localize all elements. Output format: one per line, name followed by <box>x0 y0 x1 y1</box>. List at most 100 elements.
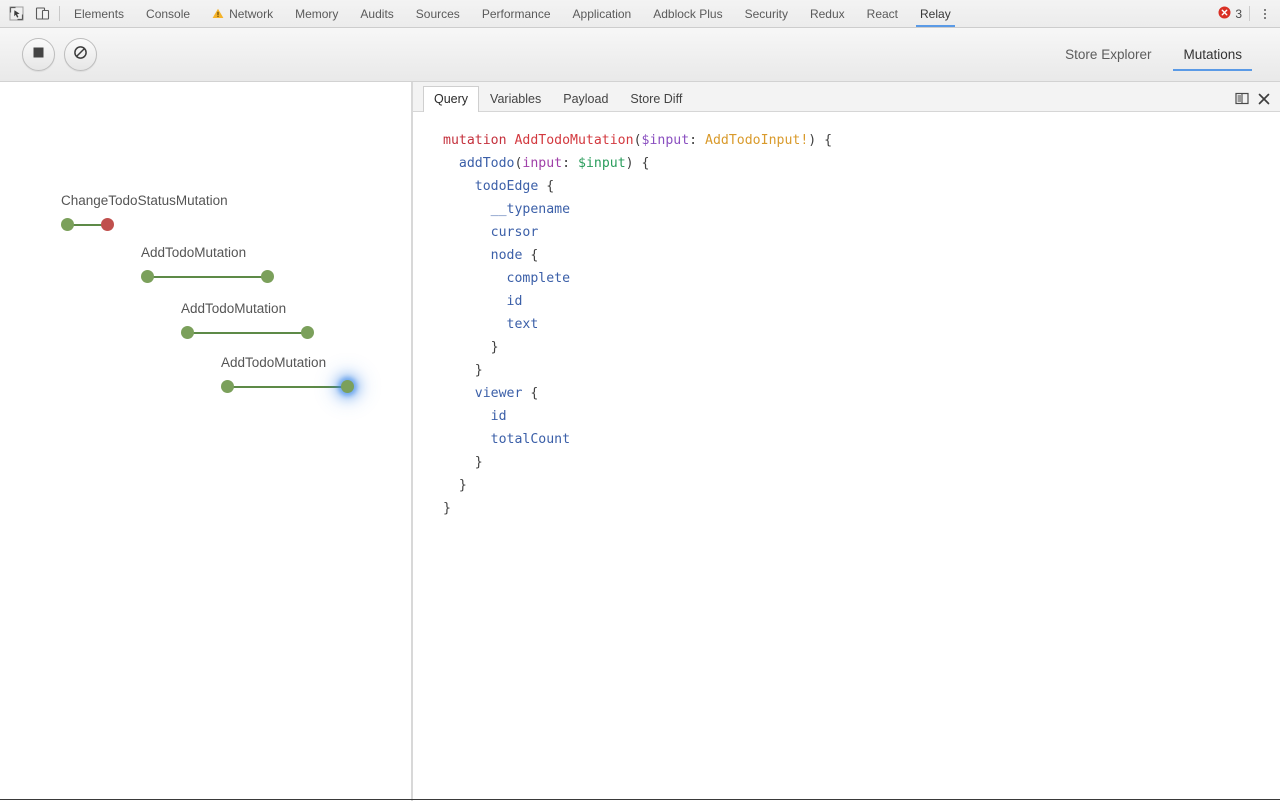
devtools-tab-label: Adblock Plus <box>653 7 722 21</box>
devtools-tab-label: Audits <box>360 7 393 21</box>
code-token-punct: { <box>522 248 538 263</box>
code-token-vargr: $input <box>578 156 626 171</box>
query-tab-payload[interactable]: Payload <box>552 86 619 112</box>
devtools-tab-audits[interactable]: Audits <box>349 0 404 27</box>
mutation-timeline-row[interactable]: ChangeTodoStatusMutation <box>0 194 411 240</box>
query-tab-bar: QueryVariablesPayloadStore Diff <box>413 82 1280 112</box>
code-token-punct <box>443 432 491 447</box>
main-split: ChangeTodoStatusMutation AddTodoMutation A… <box>0 82 1280 801</box>
relay-panel-tabs: Store Explorer Mutations <box>1049 28 1280 81</box>
relay-tab-mutations[interactable]: Mutations <box>1167 28 1258 81</box>
code-token-punct <box>443 179 475 194</box>
split-pane-icon[interactable] <box>1235 92 1249 105</box>
code-token-punct: } <box>443 478 467 493</box>
code-token-field: text <box>507 317 539 332</box>
code-token-punct: } <box>443 455 483 470</box>
devtools-tab-console[interactable]: Console <box>135 0 201 27</box>
devtools-tab-bar: Elements ConsoleNetwork Memory Audits Source… <box>0 0 1280 28</box>
devtools-tab-adblock-plus[interactable]: Adblock Plus <box>642 0 733 27</box>
devtools-tab-elements[interactable]: Elements <box>63 0 135 27</box>
kebab-menu-icon[interactable] <box>1257 5 1273 23</box>
relay-tab-label: Mutations <box>1183 47 1242 62</box>
devtools-tab-label: Application <box>573 7 632 21</box>
mutation-start-dot[interactable] <box>61 218 74 231</box>
code-token-punct <box>443 409 491 424</box>
code-token-arg: input <box>522 156 562 171</box>
mutation-duration-bar[interactable] <box>61 218 114 232</box>
devtools-tab-label: Elements <box>74 7 124 21</box>
mutation-end-dot-selected[interactable] <box>341 380 354 393</box>
error-badge[interactable]: 3 <box>1218 6 1242 22</box>
mutation-end-dot[interactable] <box>301 326 314 339</box>
mutation-name-label: ChangeTodoStatusMutation <box>61 194 228 208</box>
code-token-opname: AddTodoMutation <box>514 133 633 148</box>
devtools-tab-sources[interactable]: Sources <box>405 0 471 27</box>
devtools-tab-memory[interactable]: Memory <box>284 0 349 27</box>
relay-tab-store-explorer[interactable]: Store Explorer <box>1049 28 1167 81</box>
devtools-tab-label: Redux <box>810 7 845 21</box>
mutation-start-dot[interactable] <box>181 326 194 339</box>
code-token-kw: mutation <box>443 133 514 148</box>
mutation-start-dot[interactable] <box>221 380 234 393</box>
error-circle-icon <box>1218 6 1231 22</box>
code-token-field: node <box>491 248 523 263</box>
devtools-tool-icons <box>0 0 57 27</box>
code-token-field: __typename <box>491 202 570 217</box>
code-token-field: id <box>507 294 523 309</box>
mutation-bar-line <box>186 332 309 334</box>
query-panel-icons <box>1235 92 1280 111</box>
mutation-start-dot[interactable] <box>141 270 154 283</box>
query-tab-variables[interactable]: Variables <box>479 86 552 112</box>
graphql-code-area: mutation AddTodoMutation($input: AddTodo… <box>413 112 1280 801</box>
mutation-name-label: AddTodoMutation <box>221 356 326 370</box>
query-tab-query[interactable]: Query <box>423 86 479 112</box>
devtools-tab-relay[interactable]: Relay <box>909 0 962 27</box>
mutation-end-dot[interactable] <box>261 270 274 283</box>
code-token-punct: { <box>522 386 538 401</box>
toolbar-separator <box>59 6 60 21</box>
mutation-name-label: AddTodoMutation <box>181 302 286 316</box>
code-token-field: complete <box>507 271 571 286</box>
mutation-duration-bar[interactable] <box>181 326 314 340</box>
code-token-type: AddTodoInput! <box>705 133 808 148</box>
devtools-tabs: Elements ConsoleNetwork Memory Audits Source… <box>63 0 1218 27</box>
code-token-punct <box>443 156 459 171</box>
mutation-timeline-row[interactable]: AddTodoMutation <box>0 246 411 292</box>
mutation-duration-bar[interactable] <box>221 380 354 394</box>
code-token-field: cursor <box>491 225 539 240</box>
mutation-timeline-row[interactable]: AddTodoMutation <box>0 356 411 402</box>
devtools-tab-label: Relay <box>920 7 951 21</box>
code-token-punct <box>443 225 491 240</box>
devtools-tab-label: Memory <box>295 7 338 21</box>
code-token-punct: ) { <box>626 156 650 171</box>
devtools-tab-security[interactable]: Security <box>734 0 799 27</box>
devtools-tab-performance[interactable]: Performance <box>471 0 562 27</box>
record-button[interactable] <box>22 38 55 71</box>
code-token-punct: : <box>562 156 578 171</box>
clear-button[interactable] <box>64 38 97 71</box>
devtools-tab-network[interactable]: Network <box>201 0 284 27</box>
query-tab-store-diff[interactable]: Store Diff <box>619 86 693 112</box>
code-token-punct: : <box>689 133 705 148</box>
code-token-punct: } <box>443 340 499 355</box>
mutation-duration-bar[interactable] <box>141 270 274 284</box>
mutation-end-dot[interactable] <box>101 218 114 231</box>
code-token-punct: ) { <box>808 133 832 148</box>
code-token-punct <box>443 317 507 332</box>
code-token-punct <box>443 202 491 217</box>
inspect-element-icon[interactable] <box>8 5 25 22</box>
mutation-timeline-row[interactable]: AddTodoMutation <box>0 302 411 348</box>
device-toolbar-icon[interactable] <box>34 5 51 22</box>
devtools-tab-application[interactable]: Application <box>562 0 643 27</box>
code-token-punct: } <box>443 363 483 378</box>
code-token-field: totalCount <box>491 432 570 447</box>
clear-slash-icon <box>73 45 88 65</box>
devtools-tab-redux[interactable]: Redux <box>799 0 856 27</box>
relay-toolbar-buttons <box>0 38 97 71</box>
query-tabs: QueryVariablesPayloadStore Diff <box>423 85 693 111</box>
devtools-tab-react[interactable]: React <box>856 0 909 27</box>
mutations-timeline-pane: ChangeTodoStatusMutation AddTodoMutation A… <box>0 82 411 801</box>
close-icon[interactable] <box>1258 93 1270 105</box>
code-token-field: todoEdge <box>475 179 539 194</box>
code-token-punct: } <box>443 501 451 516</box>
